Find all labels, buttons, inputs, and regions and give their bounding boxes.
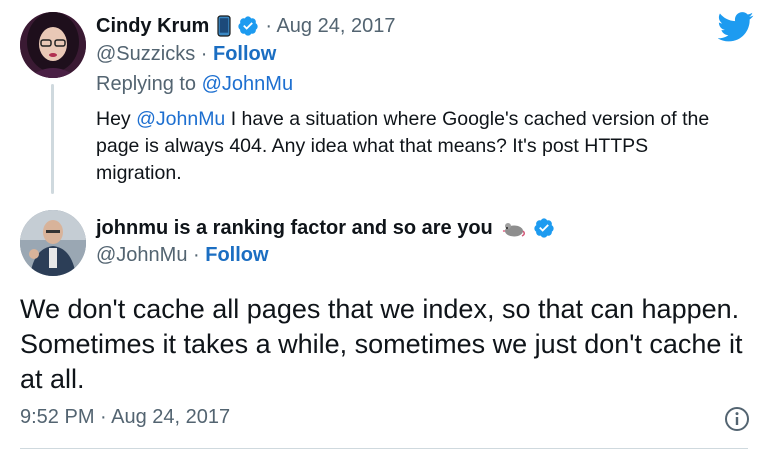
separator: · (187, 244, 206, 266)
main-handle-row: @JohnMu · Follow (96, 244, 269, 267)
thread-connector-line (51, 84, 54, 194)
avatar-johnmu[interactable] (20, 210, 86, 276)
replying-to-mention[interactable]: @JohnMu (202, 73, 293, 95)
verified-badge-icon (238, 16, 258, 36)
info-icon[interactable] (723, 405, 751, 433)
avatar-cindy-krum[interactable] (20, 12, 86, 78)
text-part: Hey (96, 108, 137, 130)
mobile-phone-icon (217, 15, 231, 37)
tweet-timestamp[interactable]: 9:52 PM · Aug 24, 2017 (20, 406, 230, 429)
avatar-image (20, 12, 86, 78)
twitter-bird-icon[interactable] (718, 12, 754, 42)
bottom-divider (20, 448, 748, 449)
author-handle[interactable]: @Suzzicks (96, 43, 195, 65)
verified-badge-icon (534, 218, 554, 238)
avatar-image (20, 210, 86, 276)
main-tweet-text: We don't cache all pages that we index, … (20, 294, 743, 394)
parent-author-row: Cindy Krum · Aug 24, 2017 (96, 12, 395, 40)
author-name[interactable]: johnmu is a ranking factor and so are yo… (96, 217, 493, 240)
mouse-emoji-icon (502, 223, 525, 237)
separator: · (195, 43, 213, 65)
replying-prefix: Replying to (96, 73, 202, 95)
parent-tweet-text: Hey @JohnMu I have a situation where Goo… (96, 106, 736, 187)
mention-link[interactable]: @JohnMu (136, 108, 225, 130)
follow-button[interactable]: Follow (213, 43, 276, 65)
parent-handle-row: @Suzzicks · Follow (96, 43, 276, 66)
replying-to-line: Replying to @JohnMu (96, 73, 293, 96)
author-handle[interactable]: @JohnMu (96, 244, 187, 266)
parent-date[interactable]: · Aug 24, 2017 (265, 15, 395, 38)
main-author-row: johnmu is a ranking factor and so are yo… (96, 214, 555, 242)
follow-button[interactable]: Follow (205, 244, 268, 266)
author-name[interactable]: Cindy Krum (96, 15, 209, 38)
